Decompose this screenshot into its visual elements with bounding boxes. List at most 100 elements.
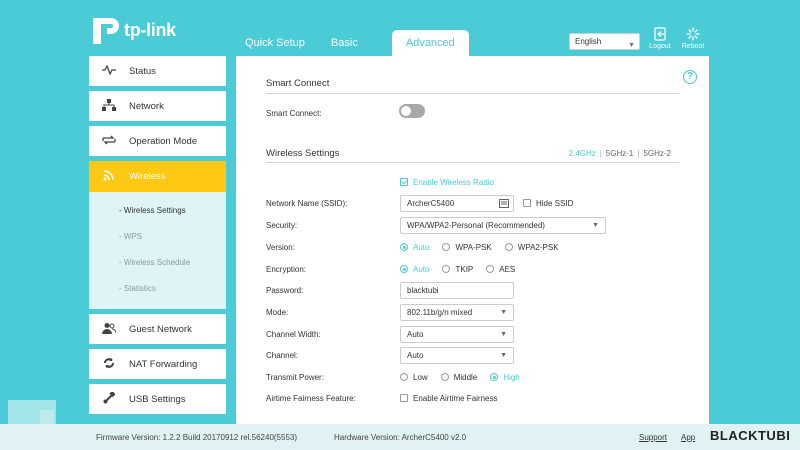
version-option-label: WPA-PSK [455,242,492,252]
smart-connect-toggle[interactable] [399,104,425,118]
sidebar-item-label: Wireless [129,171,166,182]
app-link[interactable]: App [681,433,695,442]
version-option-label: Auto [413,242,430,252]
band-tab-5ghz-1[interactable]: 5GHz-1 [606,149,634,158]
checkbox-unchecked [523,199,531,207]
divider [266,162,679,163]
submenu-wireless-settings[interactable]: - Wireless Settings [89,203,226,229]
sidebar-item-guest-network[interactable]: Guest Network [89,314,226,344]
language-select[interactable]: English ▼ [569,33,640,50]
band-tab-2-4ghz[interactable]: 2.4GHz [569,149,596,158]
wifi-icon [89,169,129,184]
transmit-power-high-radio[interactable]: High [490,373,520,382]
smart-connect-row: Smart Connect: [266,105,686,121]
enable-radio-checkbox[interactable]: Enable Wireless Radio [400,178,494,187]
encryption-auto-radio[interactable]: Auto [400,265,429,274]
sidebar-item-operation-mode[interactable]: Operation Mode [89,126,226,156]
encryption-option-label: AES [499,264,516,274]
sidebar-item-usb-settings[interactable]: USB Settings [89,384,226,414]
tab-basic[interactable]: Basic [318,30,371,56]
sidebar-item-status[interactable]: Status [89,56,226,86]
sidebar-item-label: Operation Mode [129,135,198,147]
channel-width-label: Channel Width: [266,329,321,339]
logout-button[interactable]: Logout [645,27,675,50]
header: tp-link Quick Setup Basic Advanced Engli… [0,0,800,56]
guest-icon [89,322,129,337]
list-icon[interactable] [499,198,509,208]
version-auto-radio[interactable]: Auto [400,243,429,252]
watermark: BLACKTUBI [710,428,791,443]
band-tab-5ghz-2[interactable]: 5GHz-2 [643,149,671,158]
help-icon[interactable]: ? [683,70,697,84]
smart-connect-title: Smart Connect [266,78,330,89]
channel-width-value: Auto [407,329,424,339]
sidebar-item-wireless[interactable]: Wireless [89,161,226,192]
password-input[interactable]: blacktubi [400,281,514,299]
password-value: blacktubi [407,285,439,295]
security-row: Security: WPA/WPA2-Personal (Recommended… [266,216,686,234]
logout-icon [654,27,666,41]
firmware-version: Firmware Version: 1.2.2 Build 20170912 r… [96,433,298,442]
security-select[interactable]: WPA/WPA2-Personal (Recommended) ▼ [400,216,606,234]
transmit-power-middle-radio[interactable]: Middle [440,372,478,382]
radio-checked [490,373,499,381]
airtime-fairness-checkbox[interactable]: Enable Airtime Fairness [400,394,497,403]
hide-ssid-checkbox[interactable]: Hide SSID [523,199,573,208]
transmit-power-option-label: Low [413,372,428,382]
sidebar-item-nat-forwarding[interactable]: NAT Forwarding [89,349,226,379]
wireless-settings-title: Wireless Settings [266,148,340,159]
channel-row: Channel: Auto ▼ [266,346,686,364]
transmit-power-option-label: Middle [453,372,478,382]
chevron-down-icon: ▼ [628,42,635,49]
radio-checked [400,265,408,273]
submenu-statistics[interactable]: - Statistics [89,281,226,307]
tab-advanced[interactable]: Advanced [391,30,469,56]
submenu-wps[interactable]: - WPS [89,229,226,255]
enable-radio-row: Enable Wireless Radio [400,174,800,190]
version-wpa-psk-radio[interactable]: WPA-PSK [442,242,492,252]
ssid-label: Network Name (SSID): [266,198,348,208]
footer: Firmware Version: 1.2.2 Build 20170912 r… [0,424,800,450]
band-tabs: 2.4GHz | 5GHz-1 | 5GHz-2 [569,149,671,158]
channel-value: Auto [407,350,424,360]
transmit-power-low-radio[interactable]: Low [400,373,428,382]
divider [266,93,679,94]
encryption-option-label: Auto [413,264,430,274]
support-link[interactable]: Support [639,433,667,442]
ssid-input[interactable]: ArcherC5400 [400,194,514,212]
version-label: Version: [266,242,295,252]
chevron-down-icon: ▼ [500,308,507,316]
channel-select[interactable]: Auto ▼ [400,346,514,364]
mode-row: Mode: 802.11b/g/n mixed ▼ [266,303,686,321]
tab-quick-setup[interactable]: Quick Setup [232,30,318,56]
separator: | [599,149,602,158]
chevron-down-icon: ▼ [500,351,507,359]
channel-width-select[interactable]: Auto ▼ [400,325,514,343]
ssid-row: Network Name (SSID): ArcherC5400 Hide SS… [266,194,686,212]
mode-select[interactable]: 802.11b/g/n mixed ▼ [400,303,514,321]
usb-icon [89,390,129,407]
toggle-knob [401,106,411,116]
reboot-button[interactable]: Reboot [678,27,708,50]
top-tabs: Quick Setup Basic Advanced [232,30,469,56]
hardware-version: Hardware Version: ArcherC5400 v2.0 [334,433,467,442]
mode-value: 802.11b/g/n mixed [407,307,473,317]
submenu-wireless-schedule[interactable]: - Wireless Schedule [89,255,226,281]
radio-unchecked [442,243,451,251]
transmit-power-label: Transmit Power: [266,372,324,382]
logout-label: Logout [649,43,671,50]
channel-label: Channel: [266,350,299,360]
ssid-value: ArcherC5400 [407,198,455,208]
hide-ssid-label: Hide SSID [536,198,574,208]
encryption-aes-radio[interactable]: AES [486,265,515,274]
tp-link-logo[interactable]: tp-link [89,14,176,46]
pulse-icon [89,63,129,78]
encryption-label: Encryption: [266,264,307,274]
sidebar-item-network[interactable]: Network [89,91,226,121]
password-label: Password: [266,285,304,295]
version-wpa2-psk-radio[interactable]: WPA2-PSK [504,243,559,252]
separator: | [637,149,640,158]
radio-unchecked [486,265,495,273]
encryption-tkip-radio[interactable]: TKIP [442,265,473,274]
chevron-down-icon: ▼ [592,221,599,229]
